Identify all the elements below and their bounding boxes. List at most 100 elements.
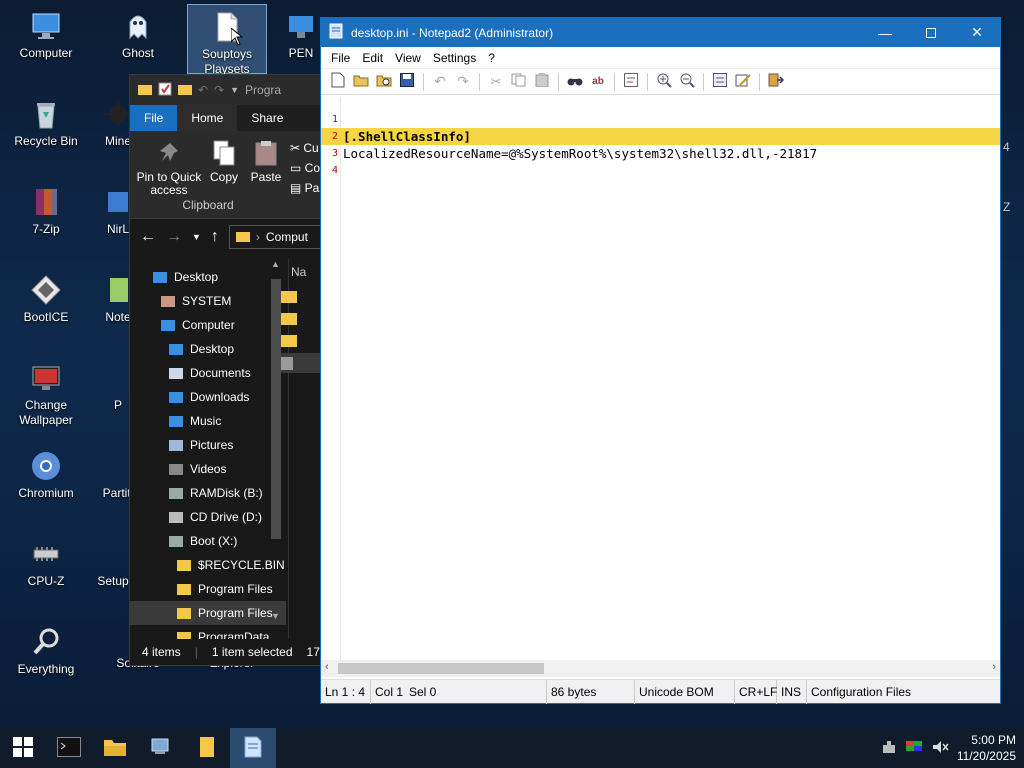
chevron-down-icon[interactable]: ▼ xyxy=(230,85,239,95)
nav-item[interactable]: Computer xyxy=(130,313,286,337)
taskbar-file-explorer[interactable] xyxy=(92,728,138,768)
browse-button[interactable] xyxy=(373,71,395,93)
scheme-button[interactable] xyxy=(709,71,731,93)
desktop-icon-change-wallpaper[interactable]: Change Wallpaper xyxy=(6,356,86,428)
nav-item[interactable]: SYSTEM xyxy=(130,289,286,313)
nav-item[interactable]: $RECYCLE.BIN xyxy=(130,553,286,577)
editor-line[interactable]: 4 xyxy=(321,162,1000,179)
nav-item[interactable]: CD Drive (D:) xyxy=(130,505,286,529)
address-crumb[interactable]: Comput xyxy=(266,230,308,244)
nav-item[interactable]: Videos xyxy=(130,457,286,481)
status-line-endings[interactable]: CR+LF xyxy=(735,679,777,704)
exit-button[interactable] xyxy=(765,71,787,93)
display-tray-icon[interactable] xyxy=(905,739,923,758)
minimize-button[interactable]: — xyxy=(862,18,908,47)
status-insert-mode[interactable]: INS xyxy=(777,679,807,704)
notepad2-window[interactable]: desktop.ini - Notepad2 (Administrator) —… xyxy=(320,17,1001,704)
nav-item[interactable]: Documents xyxy=(130,361,286,385)
editor-line[interactable]: 3 LocalizedResourceName=@%SystemRoot%\sy… xyxy=(321,145,1000,162)
cut-button[interactable]: ✂ xyxy=(485,71,507,93)
redo-button[interactable]: ↷ xyxy=(452,71,474,93)
menu-view[interactable]: View xyxy=(389,47,427,69)
zoom-in-button[interactable] xyxy=(653,71,675,93)
explorer-titlebar[interactable]: ↶ ↷ ▼ Progra xyxy=(130,75,322,105)
status-scheme[interactable]: Configuration Files xyxy=(807,680,1000,704)
desktop-icon-bootice[interactable]: BootICE xyxy=(6,268,86,340)
nav-item[interactable]: Program Files xyxy=(130,601,286,625)
notepad-titlebar[interactable]: desktop.ini - Notepad2 (Administrator) —… xyxy=(321,18,1000,47)
pin-to-quick-access-button[interactable]: Pin to Quick access xyxy=(136,139,202,197)
volume-muted-icon[interactable] xyxy=(931,739,949,758)
copy-path-button[interactable]: ▭ Co xyxy=(290,161,320,175)
desktop-icon-chromium[interactable]: Chromium xyxy=(6,444,86,516)
find-button[interactable] xyxy=(564,71,586,93)
nav-item[interactable]: Boot (X:) xyxy=(130,529,286,553)
save-button[interactable] xyxy=(396,71,418,93)
taskbar-notepad2[interactable] xyxy=(230,728,276,768)
nav-item[interactable]: ProgramData xyxy=(130,625,286,639)
nav-item[interactable]: Desktop xyxy=(130,337,286,361)
properties-icon[interactable] xyxy=(158,82,172,99)
desktop-icon-ghost[interactable]: Ghost xyxy=(98,4,178,76)
redo-icon[interactable]: ↷ xyxy=(214,83,224,97)
desktop-icon-computer[interactable]: Computer xyxy=(6,4,86,76)
desktop-icon-everything[interactable]: Everything xyxy=(6,620,86,692)
horizontal-scrollbar[interactable]: ‹ › xyxy=(321,660,1000,677)
tab-home[interactable]: Home xyxy=(177,105,238,131)
file-row[interactable] xyxy=(281,289,297,306)
editor-line[interactable]: 1 xyxy=(321,111,1000,128)
file-explorer-window[interactable]: ↶ ↷ ▼ Progra File Home Share Pin to Quic… xyxy=(129,74,323,666)
text-editor[interactable]: 1 2 [.ShellClassInfo] 3 LocalizedResourc… xyxy=(321,97,1000,681)
copy-button[interactable] xyxy=(508,71,530,93)
desktop-icon-cpuz[interactable]: CPU-Z xyxy=(6,532,86,604)
new-folder-icon[interactable] xyxy=(178,83,192,98)
nav-item[interactable]: Desktop xyxy=(130,265,286,289)
chevron-down-icon[interactable]: ▼ xyxy=(192,232,201,242)
address-bar[interactable]: › Comput xyxy=(228,225,322,249)
paste-button[interactable]: Paste xyxy=(248,139,284,184)
nav-item[interactable]: Downloads xyxy=(130,385,286,409)
scroll-up-icon[interactable]: ▲ xyxy=(271,259,280,269)
editor-line-current[interactable]: 2 [.ShellClassInfo] xyxy=(321,128,1000,145)
copy-button[interactable]: Copy xyxy=(206,139,242,184)
scrollbar-thumb[interactable] xyxy=(271,279,281,539)
desktop-icon-7zip[interactable]: 7-Zip xyxy=(6,180,86,252)
forward-arrow-icon[interactable]: → xyxy=(166,228,182,246)
desktop-icon-pen[interactable]: PEN xyxy=(276,4,326,76)
desktop-icon-setup[interactable]: Setup xyxy=(94,532,132,604)
paste-shortcut-button[interactable]: ▤ Pa xyxy=(290,181,320,195)
tab-file[interactable]: File xyxy=(130,105,178,131)
file-row[interactable] xyxy=(281,333,297,350)
close-button[interactable]: ✕ xyxy=(954,18,1000,47)
replace-button[interactable]: ab xyxy=(587,71,609,93)
taskbar-folder[interactable] xyxy=(184,728,230,768)
clock[interactable]: 5:00 PM 11/20/2025 xyxy=(957,732,1016,764)
scroll-left-icon[interactable]: ‹ xyxy=(325,661,329,673)
file-row[interactable] xyxy=(281,311,297,328)
menu-edit[interactable]: Edit xyxy=(356,47,389,69)
open-file-button[interactable] xyxy=(350,71,372,93)
new-file-button[interactable] xyxy=(327,71,349,93)
taskbar-network-app[interactable] xyxy=(138,728,184,768)
word-wrap-button[interactable] xyxy=(620,71,642,93)
paste-button[interactable] xyxy=(531,71,553,93)
tab-share[interactable]: Share xyxy=(237,105,297,131)
menu-help[interactable]: ? xyxy=(482,47,501,69)
taskbar-command-prompt[interactable] xyxy=(46,728,92,768)
nav-item[interactable]: Pictures xyxy=(130,433,286,457)
customize-scheme-button[interactable] xyxy=(732,71,754,93)
scrollbar-thumb[interactable] xyxy=(338,663,544,674)
maximize-button[interactable] xyxy=(908,18,954,47)
nav-item[interactable]: Music xyxy=(130,409,286,433)
desktop-icon-recycle-bin[interactable]: Recycle Bin xyxy=(6,92,86,164)
zoom-out-button[interactable] xyxy=(676,71,698,93)
network-tray-icon[interactable] xyxy=(881,739,897,758)
undo-button[interactable]: ↶ xyxy=(429,71,451,93)
up-arrow-icon[interactable]: ↑ xyxy=(211,228,219,246)
menu-settings[interactable]: Settings xyxy=(427,47,482,69)
nav-item[interactable]: RAMDisk (B:) xyxy=(130,481,286,505)
back-arrow-icon[interactable]: ← xyxy=(140,228,156,246)
scroll-down-icon[interactable]: ▼ xyxy=(271,611,280,621)
menu-file[interactable]: File xyxy=(325,47,356,69)
file-row-selected[interactable] xyxy=(281,353,322,373)
